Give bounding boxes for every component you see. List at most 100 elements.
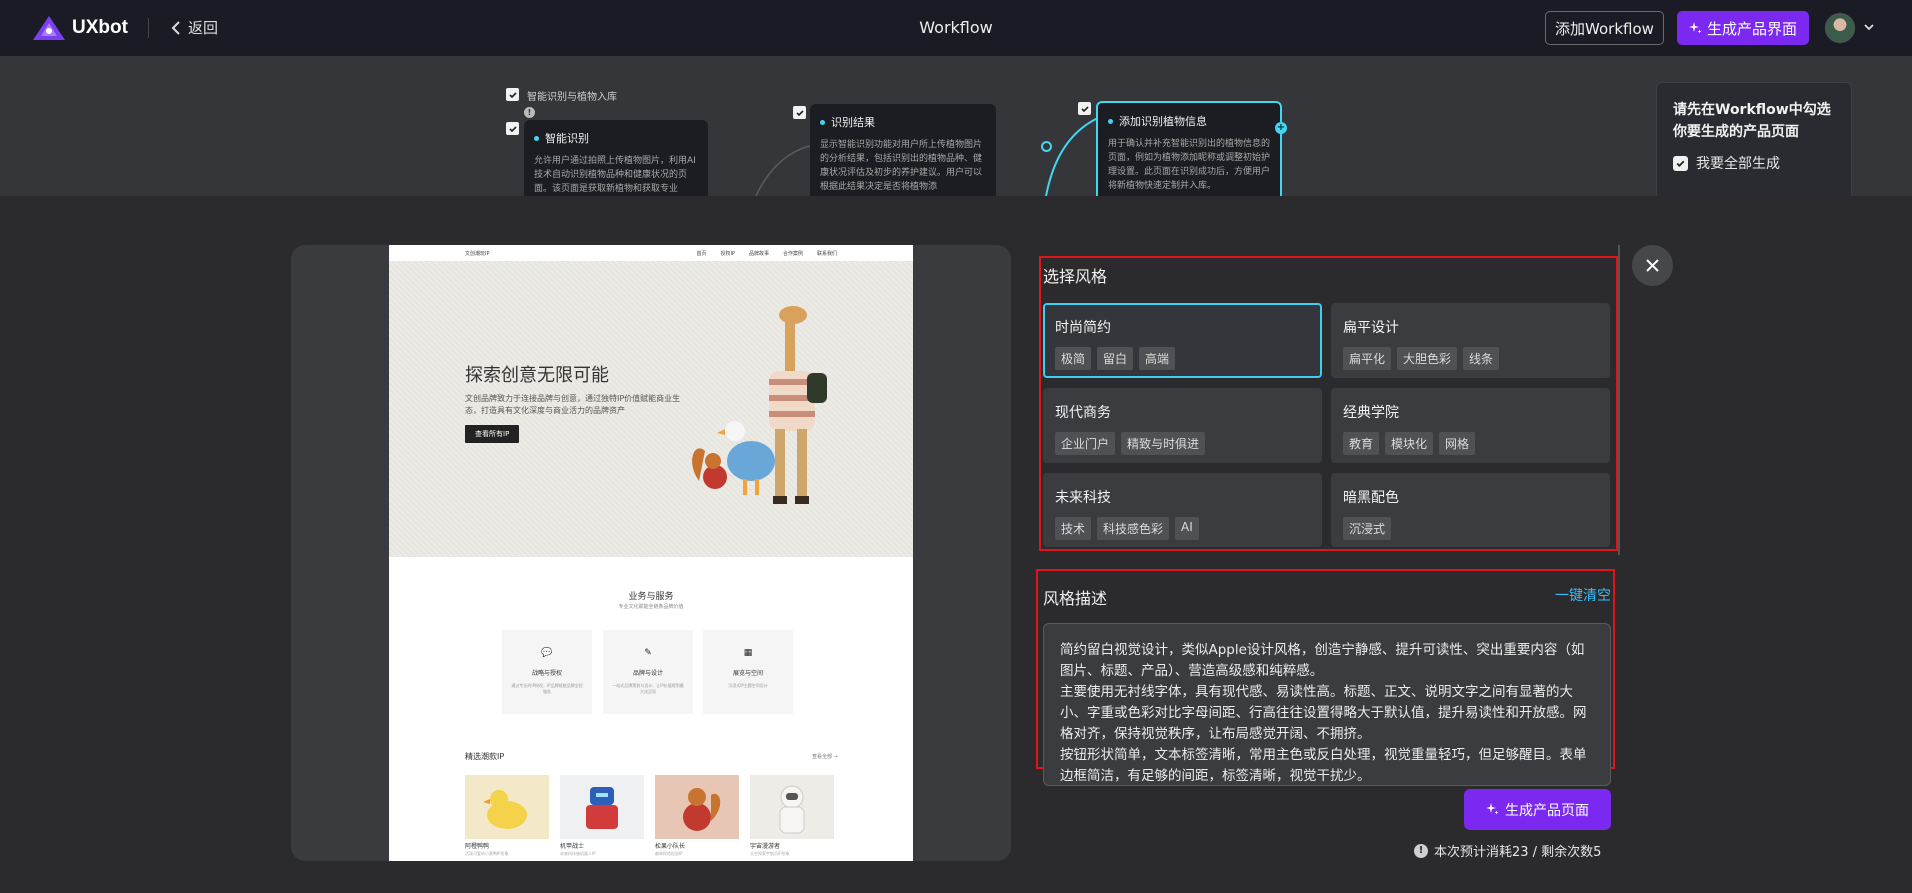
style-heading: 选择风格 [1043,267,1108,286]
preview-ip-title: 精选潮款IP [465,752,505,761]
preview-ip-name: 机甲战士 [560,843,585,850]
checkbox-checked-icon [1673,155,1688,171]
preview-service-card: ✎ 品牌与设计 一站式品牌策划与设计，让IP价值得到最大化呈现 [603,630,693,714]
workflow-card-title: 添加识别植物信息 [1119,115,1207,128]
preview-ip-image [750,775,834,839]
preview-ip-desc: 未来科技感机器人IP [560,851,596,856]
clear-description-link[interactable]: 一键清空 [1555,585,1611,605]
generate-ui-button[interactable]: 生成产品界面 [1677,11,1809,45]
workflow-card-desc: 显示智能识别功能对用户所上传植物图片的分析结果，包括识别出的植物品种、健康状况评… [820,140,983,192]
connector-port[interactable] [1041,141,1052,152]
preview-service-title: 战略与授权 [531,670,562,677]
preview-page: 文创潮玩IP 首页 授权IP 品牌故事 合作案例 联系我们 探索创意无限可能 文… [389,245,913,861]
brush-icon: ✎ [644,648,652,658]
avatar[interactable] [1825,13,1855,43]
style-option-future-tech[interactable]: 未来科技 技术 科技感色彩 AI [1043,473,1322,547]
preview-ip-desc: 森林探险松鼠IP [655,851,683,856]
preview-service-desc: 一站式品牌策划与设计，让IP价值得到最大化呈现 [612,683,684,694]
style-tag: 教育 [1343,432,1380,455]
add-workflow-button[interactable]: 添加Workflow [1545,11,1664,45]
workflow-card-active[interactable]: 添加识别植物信息 用于确认并补充智能识别出的植物信息的页面，例如为植物添加昵称或… [1096,101,1282,196]
preview-service-card: 💬 战略与授权 通过专业的IP授权，IP品牌赋能品牌全程服务 [502,630,592,714]
preview-nav-link: 合作案例 [782,250,803,257]
workflow-card-desc: 用于确认并补充智能识别出的植物信息的页面，例如为植物添加昵称或调整初始护理设置。… [1108,139,1271,191]
chevron-down-icon[interactable] [1862,20,1876,34]
preview-nav: 文创潮玩IP 首页 授权IP 品牌故事 合作案例 联系我们 [389,245,913,261]
preview-nav-link: 授权IP [720,250,735,257]
hero-illustration [692,306,827,504]
style-tag: 网格 [1439,432,1476,455]
description-heading: 风格描述 [1043,589,1108,608]
preview-ip-name: 宇宙漫游者 [750,843,781,850]
cost-text: 本次预计消耗23 / 剩余次数5 [1434,845,1602,860]
node-dot-icon [1108,118,1113,124]
workflow-card-title: 识别结果 [831,116,875,129]
style-option-title: 经典学院 [1343,405,1399,421]
card-checkbox[interactable] [506,122,519,135]
preview-section-title: 业务与服务 [628,592,674,602]
style-option-title: 时尚简约 [1055,320,1111,336]
workflow-side-panel: 请先在Workflow中勾选你要生成的产品页面 我要全部生成 [1656,82,1852,196]
style-option-flat[interactable]: 扁平设计 扁平化 大胆色彩 线条 [1331,303,1610,378]
add-node-icon[interactable]: + [1275,122,1287,134]
style-option-modern-business[interactable]: 现代商务 企业门户 精致与时俱进 [1043,388,1322,463]
preview-nav-link: 品牌故事 [748,250,769,257]
card-checkbox[interactable] [793,106,806,119]
style-tag: 科技感色彩 [1097,517,1170,540]
topbar-divider [148,18,149,38]
preview-nav-link: 联系我们 [816,250,837,257]
style-description-textarea[interactable]: 简约留白视觉设计，类似Apple设计风格，创造宁静感、提升可读性、突出重要内容（… [1043,623,1611,786]
brand-name: UXbot [72,17,128,38]
side-panel-hint: 请先在Workflow中勾选你要生成的产品页面 [1673,102,1831,140]
style-option-dark[interactable]: 暗黑配色 沉浸式 [1331,473,1610,547]
style-tag: 技术 [1055,517,1092,540]
generate-page-button[interactable]: 生成产品页面 [1464,789,1611,830]
preview-nav-link: 首页 [696,250,707,257]
card-checkbox[interactable] [1078,102,1091,115]
style-tag: 高端 [1139,347,1176,370]
close-button[interactable] [1632,245,1673,286]
preview-brand: 文创潮玩IP [465,250,490,257]
style-tag: 线条 [1463,347,1500,370]
style-option-fashion-minimal[interactable]: 时尚简约 极简 留白 高端 [1043,303,1322,378]
preview-ip-more: 查看全部 → [812,754,838,760]
back-button[interactable]: 返回 [170,17,218,38]
style-tag: 大胆色彩 [1397,347,1458,370]
sparkle-icon [1688,21,1702,33]
style-tag: 精致与时俱进 [1121,432,1206,455]
uxbot-logo-icon [33,16,65,40]
workflow-card[interactable]: 智能识别 允许用户通过拍照上传植物图片，利用AI技术自动识别植物品种和健康状况的… [524,120,708,196]
workflow-group-label: 智能识别与植物入库 [527,92,617,103]
style-option-classic-academy[interactable]: 经典学院 教育 模块化 网格 [1331,388,1610,463]
node-dot-icon [820,119,825,125]
preview-ip-image [465,775,549,839]
preview-ip-desc: 活泼可爱的小黄鸭IP形象 [465,851,509,856]
uxbot-logo[interactable]: UXbot [32,14,128,42]
preview-hero: 探索创意无限可能 文创品牌致力于连接品牌与创意，通过独特IP价值赋能商业生态，打… [389,261,913,557]
style-tag: AI [1175,517,1199,540]
preview-ip-name: 阿橙鸭鸭 [465,843,490,850]
preview-section-subtitle: 专业文化赋能全链条品牌价值 [618,604,684,610]
node-dot-icon [534,135,539,141]
warning-icon: ! [1414,843,1428,858]
preview-service-title: 品牌与设计 [632,670,663,677]
scrollbar[interactable] [1618,245,1620,555]
group-checkbox[interactable] [506,88,519,101]
preview-service-desc: 沉浸式IP主题空间设计 [728,683,768,688]
preview-service-card: ▦ 展览与空间 沉浸式IP主题空间设计 [703,630,793,714]
info-icon[interactable]: ! [524,107,535,118]
workflow-card[interactable]: 识别结果 显示智能识别功能对用户所上传植物图片的分析结果，包括识别出的植物品种、… [810,104,996,196]
workflow-card-title: 智能识别 [545,132,589,145]
preview-hero-subtitle: 文创品牌致力于连接品牌与创意，通过独特IP价值赋能商业生态，打造具有文化深度与商… [465,394,681,415]
preview-ip-image [655,775,739,839]
cost-info: ! 本次预计消耗23 / 剩余次数5 [1414,841,1601,860]
style-option-title: 现代商务 [1055,405,1111,421]
style-tag: 极简 [1055,347,1092,370]
style-tag: 模块化 [1385,432,1434,455]
style-option-title: 未来科技 [1055,490,1111,506]
workflow-canvas[interactable]: 智能识别与植物入库 ! 智能识别 允许用户通过拍照上传植物图片，利用AI技术自动… [0,56,1912,196]
preview-service-desc: 通过专业的IP授权，IP品牌赋能品牌全程服务 [511,683,583,694]
select-all-checkbox[interactable]: 我要全部生成 [1673,153,1835,173]
preview-service-title: 展览与空间 [732,670,763,677]
chevron-left-icon [171,20,180,35]
